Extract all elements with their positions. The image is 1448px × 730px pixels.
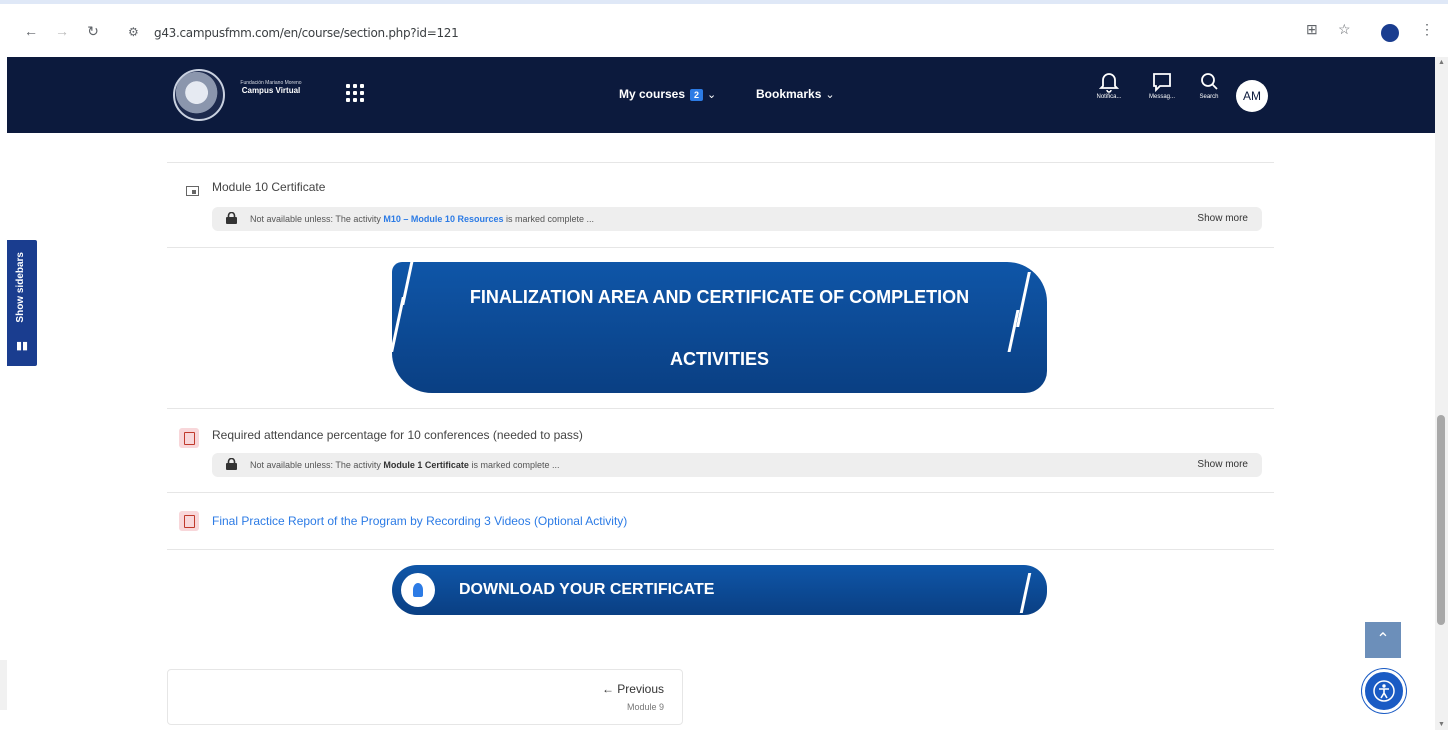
- divider: [167, 549, 1274, 550]
- restriction-prefix: Not available unless: The activity: [250, 460, 381, 470]
- address-bar[interactable]: ⚙ g43.campusfmm.com/en/course/section.ph…: [120, 18, 1275, 50]
- restriction-box: Not available unless: The activity Modul…: [212, 453, 1262, 477]
- messages-button[interactable]: Messag...: [1142, 71, 1182, 100]
- profile-icon[interactable]: [1381, 24, 1399, 42]
- accessibility-button[interactable]: [1362, 669, 1406, 713]
- restriction-suffix: is marked complete ...: [505, 214, 595, 224]
- search-label: Search: [1199, 94, 1219, 100]
- show-more-link[interactable]: Show more: [1197, 459, 1248, 470]
- banner-stripe: [1019, 573, 1032, 613]
- restriction-link[interactable]: Module 1 Certificate: [383, 460, 469, 470]
- module10-certificate-title[interactable]: Module 10 Certificate: [212, 180, 325, 194]
- back-icon[interactable]: ←: [22, 22, 40, 40]
- restriction-link[interactable]: M10 – Module 10 Resources: [383, 214, 503, 224]
- previous-module-name: Module 9: [626, 702, 664, 712]
- certificate-badge-icon: [401, 573, 435, 607]
- restriction-prefix: Not available unless: The activity: [250, 214, 381, 224]
- site-settings-icon[interactable]: ⚙: [128, 25, 139, 39]
- site-header: Fundación Mariano Moreno Campus Virtual …: [7, 57, 1435, 133]
- search-button[interactable]: Search: [1189, 71, 1229, 100]
- restriction-message: Not available unless: The activity Modul…: [250, 460, 560, 470]
- avatar[interactable]: AM: [1236, 80, 1268, 112]
- translate-icon[interactable]: ⊞: [1306, 21, 1318, 38]
- my-courses-menu[interactable]: My courses 2 ⌄: [619, 87, 716, 101]
- attendance-title[interactable]: Required attendance percentage for 10 co…: [212, 428, 583, 442]
- chevron-down-icon: ⌄: [825, 89, 835, 101]
- previous-section-link[interactable]: ← Previous Module 9: [167, 669, 683, 725]
- notifications-button[interactable]: Notifica...: [1089, 71, 1129, 100]
- bookmarks-label: Bookmarks: [756, 87, 822, 101]
- pdf-icon: [179, 511, 199, 531]
- show-sidebars-button[interactable]: Show sidebars ▮▮: [7, 240, 37, 366]
- logo-text[interactable]: Fundación Mariano Moreno Campus Virtual: [235, 80, 307, 96]
- restriction-message: Not available unless: The activity M10 –…: [250, 214, 594, 224]
- finalization-title-line2: ACTIVITIES: [669, 349, 769, 369]
- chart-bars-icon: ▮▮: [16, 340, 29, 352]
- banner-stripe: [1007, 310, 1020, 352]
- scrollbar-thumb[interactable]: [1437, 415, 1445, 625]
- scroll-up-icon[interactable]: ▲: [1438, 59, 1445, 66]
- message-icon: [1153, 73, 1171, 93]
- left-edge-scrollbar: [0, 660, 7, 710]
- lock-icon: [226, 212, 237, 224]
- pdf-icon: [179, 428, 199, 448]
- bookmark-star-icon[interactable]: ☆: [1338, 21, 1351, 38]
- url-text[interactable]: g43.campusfmm.com/en/course/section.php?…: [154, 26, 459, 40]
- scroll-to-top-button[interactable]: ⌃: [1365, 622, 1401, 658]
- previous-label: ← Previous: [601, 682, 664, 696]
- finalization-title-line1: FINALIZATION AREA AND CERTIFICATE OF COM…: [469, 287, 970, 307]
- logo-big-text: Campus Virtual: [241, 86, 301, 95]
- accessibility-icon: [1373, 680, 1395, 702]
- download-certificate-label: DOWNLOAD YOUR CERTIFICATE: [459, 581, 715, 598]
- restriction-box: Not available unless: The activity M10 –…: [212, 207, 1262, 231]
- forward-icon[interactable]: →: [53, 22, 71, 40]
- divider: [167, 408, 1274, 409]
- show-sidebars-label: Show sidebars: [15, 252, 26, 323]
- chevron-up-icon: ⌃: [1376, 631, 1390, 648]
- bell-icon: [1099, 73, 1119, 93]
- reload-icon[interactable]: ↻: [84, 22, 102, 40]
- lock-icon: [226, 458, 237, 470]
- show-more-link[interactable]: Show more: [1197, 213, 1248, 224]
- scroll-down-icon[interactable]: ▼: [1438, 721, 1445, 728]
- download-certificate-button[interactable]: DOWNLOAD YOUR CERTIFICATE: [392, 565, 1047, 615]
- courses-count-badge: 2: [690, 89, 704, 101]
- chevron-down-icon: ⌄: [707, 89, 717, 101]
- site-logo[interactable]: [173, 69, 225, 121]
- bookmarks-menu[interactable]: Bookmarks ⌄: [756, 87, 835, 101]
- browser-menu-icon[interactable]: ⋮: [1420, 21, 1434, 38]
- browser-toolbar: ← → ↻ ⚙ g43.campusfmm.com/en/course/sect…: [0, 0, 1448, 57]
- app-grid-icon[interactable]: [346, 84, 364, 102]
- page-scrollbar[interactable]: ▲ ▼: [1435, 57, 1448, 730]
- my-courses-label: My courses: [619, 87, 686, 101]
- divider: [167, 162, 1274, 163]
- restriction-suffix: is marked complete ...: [471, 460, 560, 470]
- divider: [167, 247, 1274, 248]
- finalization-banner: FINALIZATION AREA AND CERTIFICATE OF COM…: [390, 260, 1047, 393]
- messages-label: Messag...: [1148, 94, 1175, 100]
- divider: [167, 492, 1274, 493]
- certificate-icon: [184, 182, 204, 202]
- final-report-link[interactable]: Final Practice Report of the Program by …: [212, 514, 627, 528]
- search-icon: [1201, 73, 1218, 90]
- notifications-label: Notifica...: [1096, 94, 1122, 100]
